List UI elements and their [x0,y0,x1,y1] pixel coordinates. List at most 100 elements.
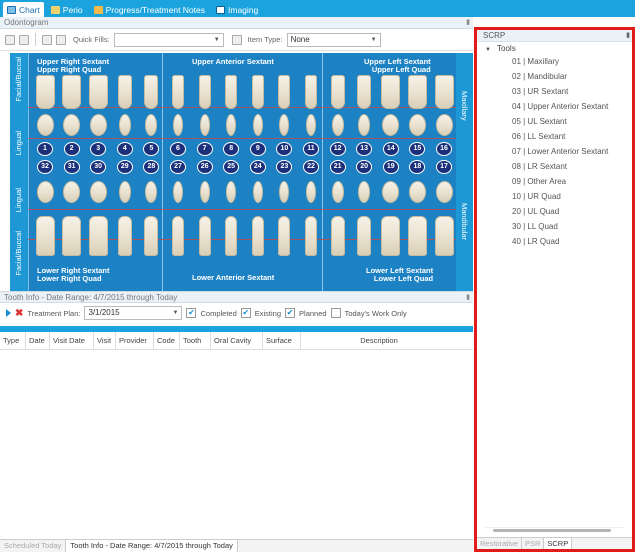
lower-tooth-facial[interactable] [305,216,317,256]
tooth-number-badge[interactable]: 22 [303,160,319,174]
scrollbar-thumb[interactable] [493,529,611,532]
lower-tooth-facial[interactable] [88,216,108,256]
tab-scrp[interactable]: SCRP [544,538,573,549]
pin-icon[interactable]: ▮ [466,292,470,304]
odontogram-chart[interactable]: Facial/Buccal Lingual Lingual Facial/Buc… [0,53,473,291]
tab-chart[interactable]: Chart [3,2,44,17]
upper-tooth-facial[interactable] [117,75,132,109]
upper-tooth-occlusal[interactable] [199,114,210,136]
lower-tooth-occlusal[interactable] [173,181,183,203]
tooth-number-badge[interactable]: 31 [63,160,80,174]
upper-tooth-occlusal[interactable] [118,114,131,136]
lower-tooth-facial[interactable] [278,216,291,256]
sextant-label-upper-left[interactable]: Upper Left Sextant Upper Left Quad [364,58,431,74]
lower-tooth-occlusal[interactable] [331,181,344,203]
pin-icon[interactable]: ▮ [626,30,630,42]
lower-tooth-facial[interactable] [251,216,264,256]
lower-tooth-occlusal[interactable] [89,181,107,203]
sextant-label-upper-anterior[interactable]: Upper Anterior Sextant [192,58,274,66]
tree-item[interactable]: 05 | UL Sextant [477,114,632,129]
lower-tooth-facial[interactable] [381,216,401,256]
lower-tooth-facial[interactable] [407,216,427,256]
column-header-type[interactable]: Type [0,331,26,350]
planned-checkbox[interactable]: ✔ [285,308,296,318]
upper-tooth-facial[interactable] [330,75,345,109]
upper-tooth-facial[interactable] [62,75,82,109]
lower-tooth-facial[interactable] [144,216,159,256]
lower-tooth-occlusal[interactable] [63,181,81,203]
tree-item[interactable]: 10 | UR Quad [477,189,632,204]
column-header-provider[interactable]: Provider [116,331,154,350]
column-header-code[interactable]: Code [154,331,180,350]
tree-item[interactable]: 20 | UL Quad [477,204,632,219]
tooth-number-badge[interactable]: 16 [436,142,452,156]
lower-tooth-facial[interactable] [172,216,184,256]
item-type-select[interactable]: None ▼ [286,32,381,47]
tree-item[interactable]: 04 | Upper Anterior Sextant [477,99,632,114]
upper-tooth-occlusal[interactable] [435,114,453,136]
print-icon[interactable] [42,34,52,45]
tree-item[interactable]: 03 | UR Sextant [477,84,632,99]
upper-tooth-facial[interactable] [381,75,401,109]
tree-item[interactable]: 01 | Maxillary [477,54,632,69]
copy-icon[interactable] [19,34,29,45]
column-header-date[interactable]: Date [26,331,50,350]
lower-tooth-occlusal[interactable] [435,181,453,203]
upper-tooth-facial[interactable] [251,75,264,109]
lower-tooth-facial[interactable] [198,216,211,256]
column-header-description[interactable]: Description [301,332,457,350]
lower-tooth-occlusal[interactable] [408,181,426,203]
lower-tooth-occlusal[interactable] [199,181,210,203]
tooth-number-badge[interactable]: 11 [303,142,319,156]
todays-work-checkbox[interactable] [330,308,341,318]
upper-tooth-occlusal[interactable] [408,114,426,136]
upper-tooth-occlusal[interactable] [36,114,54,136]
tooth-number-badge[interactable]: 29 [116,160,133,174]
tab-perio[interactable]: Perio [47,2,87,17]
lower-tooth-occlusal[interactable] [36,181,54,203]
lower-tooth-facial[interactable] [330,216,345,256]
lower-tooth-facial[interactable] [357,216,372,256]
upper-tooth-facial[interactable] [225,75,238,109]
tooth-info-grid-body[interactable] [0,350,473,510]
upper-tooth-occlusal[interactable] [252,114,263,136]
upper-tooth-facial[interactable] [172,75,184,109]
lower-tooth-facial[interactable] [434,216,454,256]
column-header-oral-cavity[interactable]: Oral Cavity [211,331,263,350]
lower-tooth-facial[interactable] [35,216,55,256]
tooth-number-badge[interactable]: 14 [382,142,399,156]
tree-item[interactable]: 08 | LR Sextant [477,159,632,174]
tooth-number-badge[interactable]: 24 [249,160,266,174]
upper-tooth-occlusal[interactable] [331,114,344,136]
tooth-number-badge[interactable]: 19 [382,160,399,174]
upper-tooth-facial[interactable] [35,75,55,109]
upper-tooth-occlusal[interactable] [173,114,183,136]
tab-tooth-info[interactable]: Tooth Info - Date Range: 4/7/2015 throug… [66,540,238,552]
lower-tooth-facial[interactable] [117,216,132,256]
lower-tooth-facial[interactable] [62,216,82,256]
tooth-number-badge[interactable]: 21 [329,160,346,174]
upper-tooth-facial[interactable] [305,75,317,109]
upper-tooth-facial[interactable] [144,75,159,109]
tooth-number-badge[interactable]: 32 [37,160,53,174]
tab-scheduled-today[interactable]: Scheduled Today [0,540,67,552]
tooth-number-badge[interactable]: 2 [63,142,80,156]
horizontal-scrollbar[interactable] [485,527,625,533]
tooth-number-badge[interactable]: 4 [116,142,133,156]
lower-tooth-occlusal[interactable] [118,181,131,203]
upper-tooth-occlusal[interactable] [89,114,107,136]
tree-item[interactable]: 09 | Other Area [477,174,632,189]
tab-restorative[interactable]: Restorative [477,538,522,549]
sextant-label-lower-right[interactable]: Lower Right Sextant Lower Right Quad [37,267,110,283]
lower-tooth-occlusal[interactable] [306,181,316,203]
upper-tooth-facial[interactable] [198,75,211,109]
sextant-label-lower-left[interactable]: Lower Left Sextant Lower Left Quad [366,267,433,283]
filter-icon[interactable] [231,34,242,45]
tooth-number-badge[interactable]: 26 [196,160,213,174]
completed-checkbox[interactable]: ✔ [186,308,197,318]
tree-item[interactable]: 02 | Mandibular [477,69,632,84]
play-arrow-icon[interactable] [6,309,11,317]
tree-root-tools[interactable]: ▼ Tools [477,42,632,54]
tree-item[interactable]: 30 | LL Quad [477,219,632,234]
pin-icon[interactable]: ▮ [466,17,470,29]
